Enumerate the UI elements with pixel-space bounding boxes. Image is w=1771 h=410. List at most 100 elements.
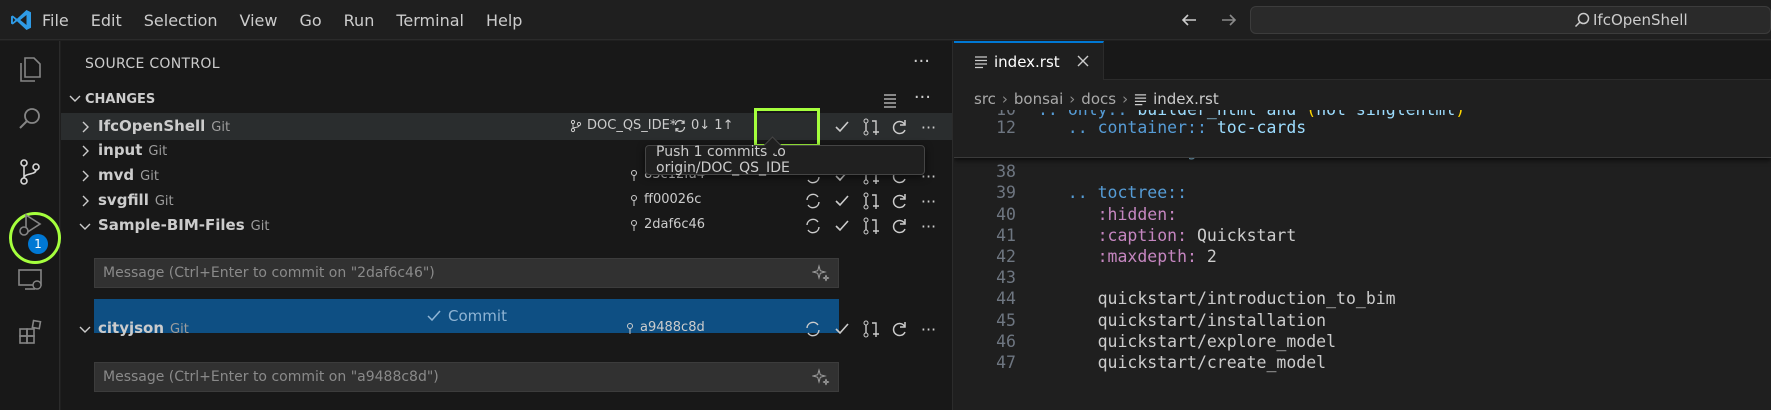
code-line[interactable]: 12 .. container:: toc-cards [954,118,1771,142]
remote-explorer-icon [18,269,42,290]
menu-terminal[interactable]: Terminal [396,11,464,30]
close-icon[interactable] [1075,53,1091,69]
editor-tab-bar: index.rst [954,41,1771,80]
code-token: toc-cards [1206,118,1307,137]
remote-explorer-activity[interactable] [0,251,60,307]
list-view-icon[interactable] [881,91,899,109]
more-actions-button[interactable]: ··· [914,318,943,340]
refresh-button[interactable] [885,116,914,138]
repo-name: svgfill Git [98,191,174,209]
sync-button[interactable] [798,318,827,340]
commit-indicator[interactable]: ff00026c [628,192,701,207]
more-actions-button[interactable]: ··· [914,116,943,138]
line-number: 43 [996,268,1016,288]
sync-button-highlight-box [754,108,820,147]
sync-button[interactable] [798,215,827,237]
branch-indicator[interactable]: DOC_QS_IDE* [569,118,676,133]
file-lines-icon [975,56,987,69]
code-token: :caption: [1038,225,1188,245]
menu-help[interactable]: Help [486,11,522,30]
tab-index-rst[interactable]: index.rst [954,41,1104,80]
search-activity[interactable] [0,91,60,147]
commit-check-button[interactable] [827,215,856,237]
search-text: IfcOpenShell [1593,11,1688,29]
forward-arrow-icon[interactable] [1218,9,1240,31]
create-pull-request-button[interactable] [856,190,885,212]
code-token: Quickstart [1187,225,1297,245]
section-more-actions[interactable]: ··· [914,87,931,108]
menu-file[interactable]: File [42,11,69,30]
chevron-down-icon [79,326,91,333]
line-number: 12 [996,118,1016,137]
repo-sample-bim-files[interactable]: Sample-BIM-Files Git 2daf6c46 ··· [61,212,952,239]
breadcrumb-src[interactable]: src [974,90,996,108]
title-bar: File Edit Selection View Go Run Terminal… [0,0,1771,40]
commit-message-input[interactable]: Message (Ctrl+Enter to commit on "a9488c… [94,362,839,392]
run-debug-activity[interactable] [0,197,60,253]
refresh-icon [892,194,906,209]
refresh-icon [892,322,906,337]
check-icon [834,323,849,335]
create-pull-request-button[interactable] [856,215,885,237]
navigation-arrows [1178,9,1240,31]
code-line[interactable]: 47 quickstart/create_model [954,353,1771,377]
refresh-button[interactable] [885,190,914,212]
more-actions-button[interactable]: ··· [914,215,943,237]
refresh-button[interactable] [885,318,914,340]
commit-indicator[interactable]: a9488c8d [624,320,705,335]
changes-section-label: CHANGES [85,92,156,107]
breadcrumb-bonsai[interactable]: bonsai [1014,90,1063,108]
repo-cityjson[interactable]: cityjson Git a9488c8d ··· [61,315,952,342]
commit-indicator[interactable]: 2daf6c46 [628,217,705,232]
check-icon [834,121,849,133]
breadcrumb-file[interactable]: index.rst [1153,90,1219,108]
code-editor[interactable]: 10.. only:: builder_html and (not single… [954,110,1771,410]
commit-check-button[interactable] [827,190,856,212]
menu-go[interactable]: Go [299,11,321,30]
commit-icon [631,194,637,206]
code-token: quickstart/create_model [1038,353,1327,372]
push-tooltip: Push 1 commits to origin/DOC_QS_IDE [645,144,925,176]
more-actions-button[interactable]: ··· [914,190,943,212]
sparkle-icon[interactable] [812,264,830,282]
repo-svgfill[interactable]: svgfill Git ff00026c ··· [61,187,952,214]
command-center-search[interactable]: IfcOpenShell [1250,6,1771,34]
create-pull-request-button[interactable] [856,318,885,340]
sync-button[interactable] [798,190,827,212]
line-number: 40 [996,204,1016,224]
back-arrow-icon[interactable] [1178,9,1200,31]
sync-changes-button[interactable]: 0↓ 1↑ [673,118,733,133]
menu-selection[interactable]: Selection [144,11,218,30]
menu-run[interactable]: Run [344,11,375,30]
repo-name: input Git [98,141,168,159]
chevron-right-icon [82,121,89,133]
line-number: 46 [996,331,1016,351]
line-number: 39 [996,183,1016,203]
explorer-activity[interactable] [0,41,60,97]
commit-message-input[interactable]: Message (Ctrl+Enter to commit on "2daf6c… [94,258,839,288]
create-pull-request-button[interactable] [856,116,885,138]
source-control-activity[interactable] [0,144,60,200]
commit-check-button[interactable] [827,318,856,340]
run-debug-icon [19,213,42,236]
menu-edit[interactable]: Edit [91,11,122,30]
menu-view[interactable]: View [240,11,278,30]
sidebar-more-actions[interactable]: ··· [913,51,930,72]
commit-check-button[interactable] [827,116,856,138]
line-code: :hidden: [1038,205,1177,224]
line-code: quickstart/installation [1038,311,1327,330]
line-code: .. toctree:: [1038,183,1187,202]
sticky-scroll-header[interactable]: 10.. only:: builder_html and (not single… [954,110,1771,158]
chevron-right-icon [82,170,89,182]
refresh-button[interactable] [885,215,914,237]
extensions-activity[interactable] [0,304,60,360]
sparkle-icon[interactable] [812,368,830,386]
repo-actions: ··· [798,215,943,237]
sync-icon [805,193,820,209]
line-number: 42 [996,247,1016,266]
line-code: :caption: Quickstart [1038,225,1297,245]
commit-icon [631,169,637,181]
pull-request-icon [863,320,879,338]
breadcrumb-docs[interactable]: docs [1081,90,1116,108]
file-lines-icon [1134,93,1147,105]
